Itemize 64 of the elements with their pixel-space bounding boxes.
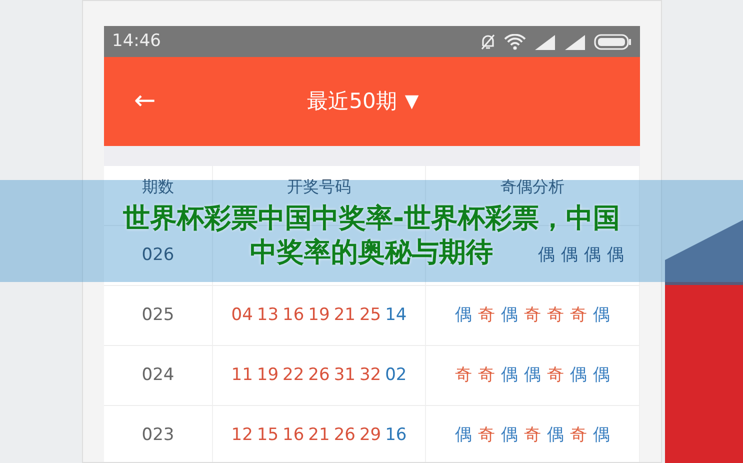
parity-label: 偶 (607, 244, 624, 267)
signal-icon (534, 34, 556, 50)
parity-label: 偶 (455, 424, 472, 447)
draw-number: 04 (231, 304, 253, 327)
parity-label: 奇 (570, 304, 587, 327)
mute-icon (480, 32, 496, 50)
parity-label: 偶 (593, 364, 610, 387)
draw-number: 16 (385, 424, 407, 447)
banner-title: 世界杯彩票中国中奖率-世界杯彩票，中国 (122, 202, 620, 236)
battery-icon (594, 34, 632, 50)
draw-number: 29 (359, 424, 382, 447)
parity-label: 奇 (455, 364, 472, 387)
draw-number: 31 (334, 364, 356, 387)
parity-label: 偶 (501, 304, 518, 327)
draw-number: 21 (334, 304, 356, 327)
issue-number: 023 (142, 424, 174, 447)
draw-number: 19 (256, 364, 279, 387)
dropdown-icon[interactable]: ▼ (404, 88, 419, 115)
draw-number: 13 (256, 304, 279, 327)
parity-label: 偶 (593, 424, 610, 447)
signal-icon (564, 34, 586, 50)
column-header: 奇偶分析 (500, 176, 564, 198)
draw-number: 16 (282, 424, 304, 447)
parity-label: 偶 (538, 244, 555, 267)
issue-number: 026 (142, 244, 174, 267)
parity-label: 奇 (478, 424, 495, 447)
parity-label: 奇 (524, 304, 541, 327)
draw-number: 16 (282, 304, 304, 327)
banner-title: 中奖率的奥秘与期待 (250, 236, 493, 270)
parity-label: 偶 (524, 364, 541, 387)
parity-label: 偶 (570, 364, 587, 387)
parity-label: 偶 (547, 424, 564, 447)
parity-label: 偶 (593, 304, 610, 327)
parity-label: 偶 (561, 244, 578, 267)
draw-number: 26 (308, 364, 330, 387)
draw-number: 26 (334, 424, 356, 447)
draw-number: 14 (385, 304, 407, 327)
issue-number: 024 (142, 364, 174, 387)
draw-number: 12 (231, 424, 253, 447)
draw-number: 15 (256, 424, 279, 447)
parity-label: 偶 (501, 424, 518, 447)
wifi-icon (504, 34, 526, 50)
issue-number: 025 (142, 304, 174, 327)
draw-number: 02 (385, 364, 407, 387)
parity-label: 奇 (524, 424, 541, 447)
draw-number: 19 (308, 304, 330, 327)
parity-label: 奇 (547, 364, 564, 387)
draw-number: 32 (359, 364, 382, 387)
period-selector[interactable]: 最近50期 (307, 86, 397, 118)
parity-label: 偶 (501, 364, 518, 387)
parity-label: 奇 (570, 424, 587, 447)
draw-number: 11 (231, 364, 253, 387)
parity-label: 奇 (547, 304, 564, 327)
parity-label: 偶 (455, 304, 472, 327)
parity-label: 奇 (478, 304, 495, 327)
draw-number: 25 (359, 304, 382, 327)
back-button[interactable]: ← (134, 82, 156, 121)
column-header: 期数 (142, 176, 174, 198)
draw-number: 21 (308, 424, 330, 447)
draw-number: 22 (282, 364, 304, 387)
column-header: 开奖号码 (287, 176, 351, 198)
parity-label: 偶 (584, 244, 601, 267)
status-time: 14:46 (112, 30, 161, 53)
parity-label: 奇 (478, 364, 495, 387)
